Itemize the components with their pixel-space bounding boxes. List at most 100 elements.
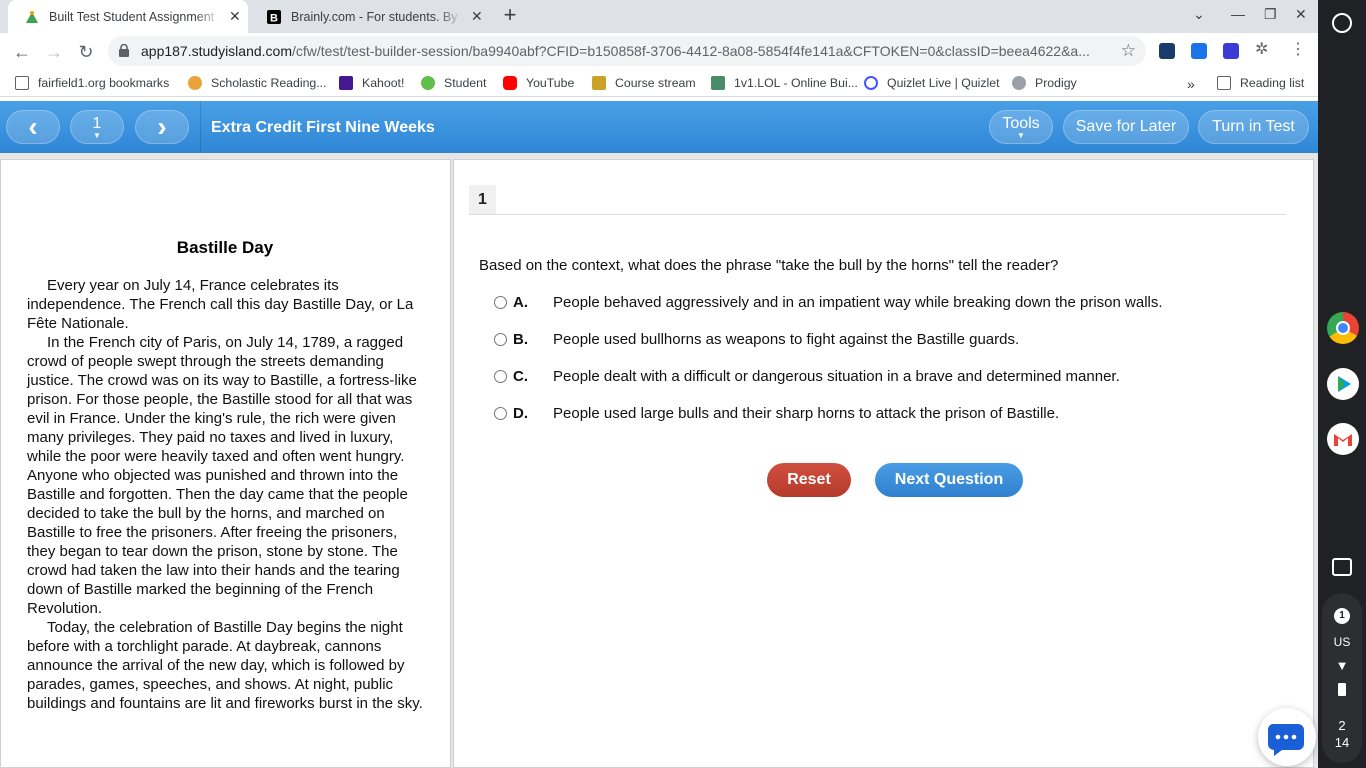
gmail-icon[interactable] bbox=[1327, 423, 1359, 455]
reading-list-icon bbox=[1217, 76, 1231, 90]
choice-text: People behaved aggressively and in an im… bbox=[553, 293, 1163, 311]
test-content: Bastille Day Every year on July 14, Fran… bbox=[0, 153, 1318, 768]
extensions-puzzle-icon[interactable]: ✲ bbox=[1255, 39, 1268, 59]
os-shelf: 1 US ▼ 2 14 bbox=[1318, 0, 1366, 768]
bookmark-star-icon[interactable]: ☆ bbox=[1121, 41, 1136, 61]
extension-icon[interactable] bbox=[1223, 43, 1239, 59]
tab-search-icon[interactable]: ⌄ bbox=[1193, 6, 1205, 23]
answer-choice-a[interactable]: A. People behaved aggressively and in an… bbox=[494, 292, 1163, 312]
chat-bubble-icon bbox=[1267, 724, 1304, 756]
play-store-icon[interactable] bbox=[1327, 368, 1359, 400]
radio-button[interactable] bbox=[494, 369, 507, 383]
more-bookmarks-icon[interactable]: » bbox=[1187, 76, 1195, 92]
passage-paragraph: Today, the celebration of Bastille Day b… bbox=[27, 619, 423, 712]
brainly-favicon-icon: B bbox=[266, 9, 282, 25]
holding-space-icon[interactable] bbox=[1332, 558, 1352, 576]
bookmark-item[interactable]: fairfield1.org bookmarks bbox=[15, 76, 169, 90]
tab-title: Brainly.com - For students. By stu bbox=[291, 9, 463, 24]
bookmark-item[interactable]: Quizlet Live | Quizlet bbox=[864, 76, 1000, 90]
choice-text: People dealt with a difficult or dangero… bbox=[553, 367, 1120, 385]
choice-letter: C. bbox=[513, 367, 528, 385]
bookmark-item[interactable]: Course stream bbox=[592, 76, 696, 90]
1v1lol-icon bbox=[711, 76, 725, 90]
browser-toolbar: ← → ↻ app187.studyisland.com/cfw/test/te… bbox=[0, 33, 1318, 70]
next-question-button[interactable]: Next Question bbox=[875, 463, 1023, 497]
passage-text: Every year on July 14, France celebrates… bbox=[27, 276, 427, 713]
choice-letter: B. bbox=[513, 330, 528, 348]
address-bar[interactable]: app187.studyisland.com/cfw/test/test-bui… bbox=[108, 36, 1146, 66]
question-number: 1 bbox=[469, 185, 496, 215]
extension-icon[interactable] bbox=[1159, 43, 1175, 59]
close-tab-icon[interactable]: ✕ bbox=[229, 8, 241, 25]
tab-brainly[interactable]: B Brainly.com - For students. By stu ✕ bbox=[250, 0, 490, 33]
battery-icon bbox=[1318, 683, 1366, 699]
youtube-icon bbox=[503, 76, 517, 90]
tab-studyisland[interactable]: Built Test Student Assignment - S ✕ bbox=[8, 0, 248, 33]
tab-title: Built Test Student Assignment - S bbox=[49, 9, 221, 24]
bookmark-item[interactable]: Scholastic Reading... bbox=[188, 76, 327, 90]
globe-icon bbox=[1012, 76, 1026, 90]
restore-icon[interactable]: ❐ bbox=[1264, 6, 1277, 23]
choice-letter: D. bbox=[513, 404, 528, 422]
clock: 2 14 bbox=[1318, 717, 1366, 751]
answer-choice-b[interactable]: B. People used bullhorns as weapons to f… bbox=[494, 329, 1019, 349]
tab-strip: Built Test Student Assignment - S ✕ B Br… bbox=[0, 0, 1318, 33]
reading-list-button[interactable]: Reading list bbox=[1217, 76, 1304, 90]
question-panel: 1 Based on the context, what does the ph… bbox=[453, 159, 1314, 768]
radio-button[interactable] bbox=[494, 406, 507, 420]
reload-icon[interactable]: ↻ bbox=[75, 41, 97, 63]
svg-text:B: B bbox=[270, 12, 278, 24]
folder-icon bbox=[15, 76, 29, 90]
quizlet-icon bbox=[864, 76, 878, 90]
student-icon bbox=[421, 76, 435, 90]
choice-text: People used bullhorns as weapons to figh… bbox=[553, 330, 1020, 348]
close-window-icon[interactable]: ✕ bbox=[1295, 6, 1307, 23]
menu-kebab-icon[interactable]: ⋮ bbox=[1290, 39, 1306, 59]
answer-choice-d[interactable]: D. People used large bulls and their sha… bbox=[494, 403, 1059, 423]
turn-in-test-button[interactable]: Turn in Test bbox=[1198, 110, 1309, 144]
radio-button[interactable] bbox=[494, 295, 507, 309]
input-method-label: US bbox=[1333, 635, 1351, 649]
kahoot-icon bbox=[339, 76, 353, 90]
assignment-title: Extra Credit First Nine Weeks bbox=[211, 119, 435, 136]
chevron-down-icon: ▼ bbox=[1017, 131, 1025, 140]
chat-support-button[interactable] bbox=[1258, 708, 1316, 766]
url-text: app187.studyisland.com/cfw/test/test-bui… bbox=[141, 43, 1090, 59]
next-question-arrow-button[interactable]: › bbox=[135, 110, 189, 144]
studyisland-favicon-icon bbox=[24, 9, 40, 25]
previous-question-button[interactable]: ‹ bbox=[6, 110, 60, 144]
new-tab-button[interactable]: + bbox=[499, 4, 521, 27]
chevron-down-icon: ▼ bbox=[93, 131, 101, 140]
clock-hour: 2 bbox=[1338, 718, 1346, 733]
passage-title: Bastille Day bbox=[176, 238, 274, 257]
choice-letter: A. bbox=[513, 293, 528, 311]
question-selector[interactable]: 1 ▼ bbox=[70, 110, 124, 144]
lock-icon bbox=[119, 43, 129, 62]
close-tab-icon[interactable]: ✕ bbox=[471, 8, 483, 25]
answer-choice-c[interactable]: C. People dealt with a difficult or dang… bbox=[494, 366, 1120, 386]
bookmark-item[interactable]: Prodigy bbox=[1012, 76, 1077, 90]
bookmark-item[interactable]: 1v1.LOL - Online Bui... bbox=[711, 76, 858, 90]
reading-passage-panel[interactable]: Bastille Day Every year on July 14, Fran… bbox=[0, 159, 451, 768]
bookmark-item[interactable]: YouTube bbox=[503, 76, 574, 90]
minimize-icon[interactable]: — bbox=[1231, 6, 1245, 22]
clock-minute: 14 bbox=[1334, 735, 1350, 750]
bookmark-item[interactable]: Kahoot! bbox=[339, 76, 404, 90]
launcher-icon[interactable] bbox=[1332, 13, 1352, 33]
tools-button[interactable]: Tools ▼ bbox=[989, 110, 1053, 144]
chrome-icon[interactable] bbox=[1327, 312, 1359, 344]
wifi-icon: ▼ bbox=[1335, 658, 1349, 673]
extension-icon[interactable] bbox=[1191, 43, 1207, 59]
question-prompt: Based on the context, what does the phra… bbox=[479, 257, 1059, 274]
browser-window: Built Test Student Assignment - S ✕ B Br… bbox=[0, 0, 1318, 768]
reset-button[interactable]: Reset bbox=[767, 463, 851, 497]
header-divider bbox=[200, 101, 201, 153]
radio-button[interactable] bbox=[494, 332, 507, 346]
bookmark-item[interactable]: Student bbox=[421, 76, 486, 90]
save-for-later-button[interactable]: Save for Later bbox=[1063, 110, 1189, 144]
back-icon[interactable]: ← bbox=[11, 41, 33, 63]
assignment-header: ‹ 1 ▼ › Extra Credit First Nine Weeks To… bbox=[0, 101, 1318, 153]
forward-icon[interactable]: → bbox=[43, 41, 65, 63]
passage-paragraph: Every year on July 14, France celebrates… bbox=[27, 277, 414, 332]
scholastic-icon bbox=[188, 76, 202, 90]
